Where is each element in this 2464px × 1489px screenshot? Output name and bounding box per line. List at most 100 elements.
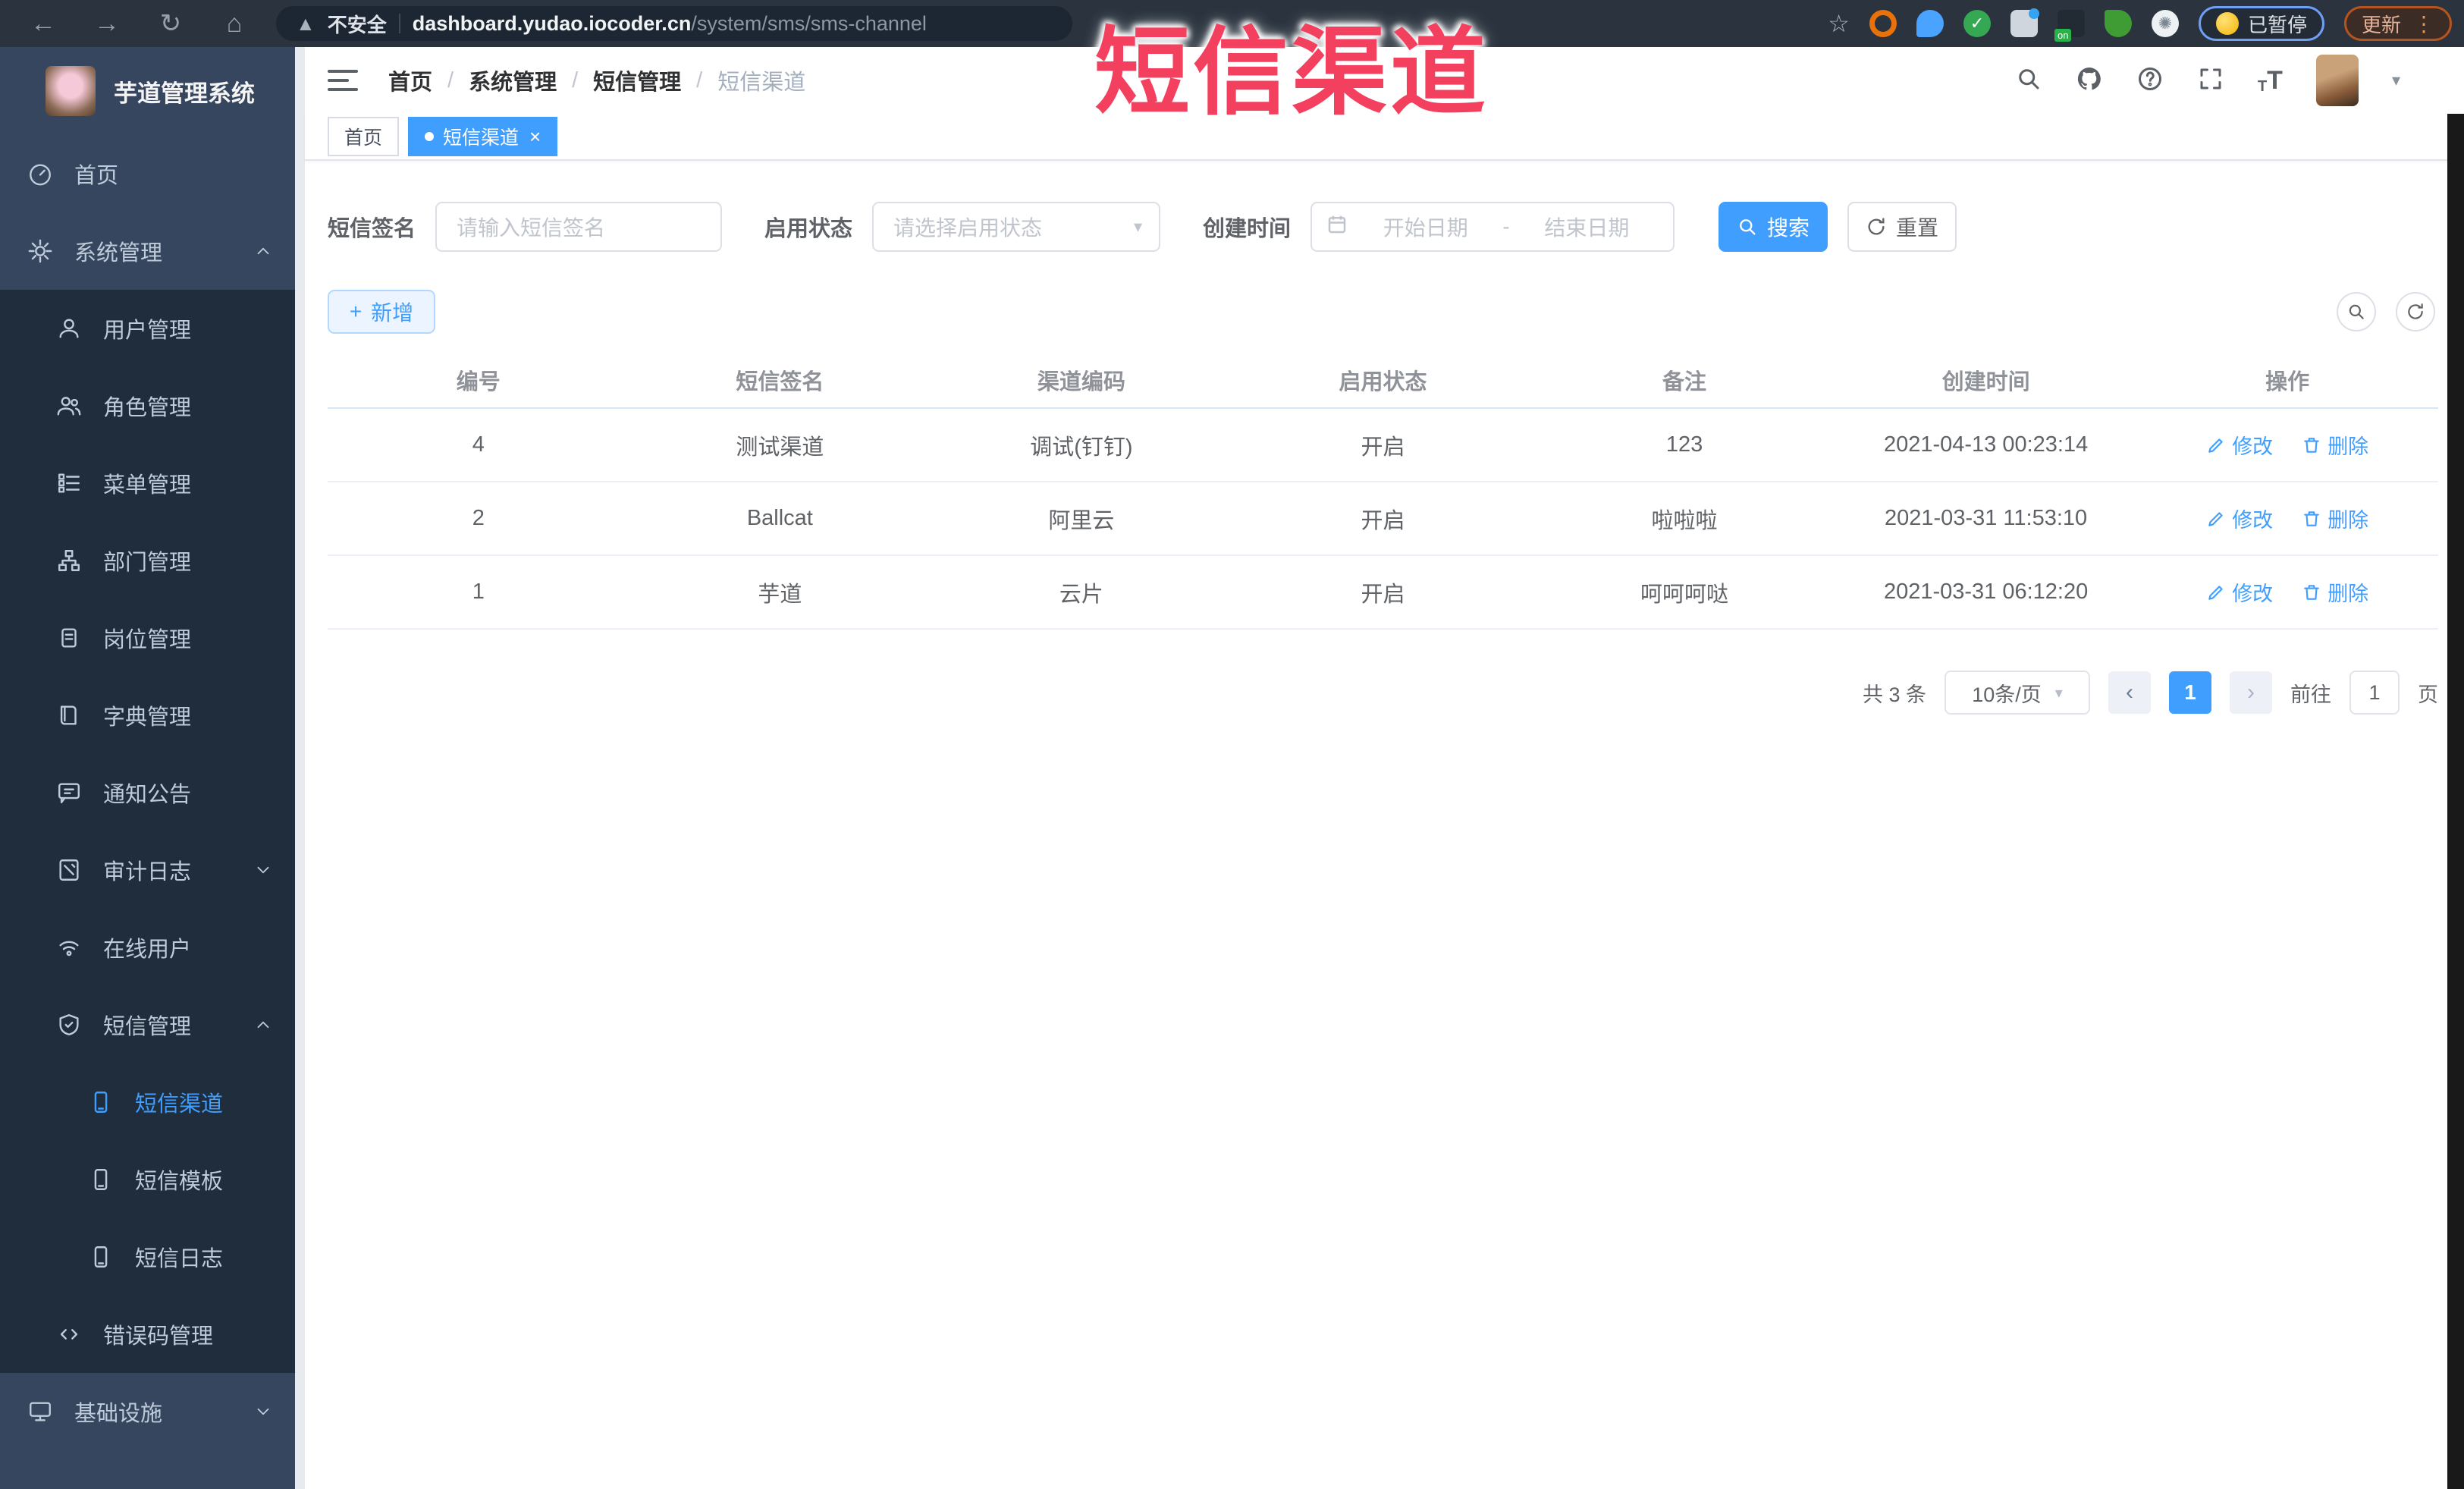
status-label: 启用状态 <box>764 217 853 241</box>
delete-link[interactable]: 删除 <box>2302 430 2368 460</box>
extension-leaf-icon[interactable] <box>2104 10 2132 37</box>
url-host: dashboard.yudao.iocoder.cn <box>412 11 692 35</box>
app-title: 芋道管理系统 <box>114 80 255 107</box>
delete-link[interactable]: 删除 <box>2302 577 2368 607</box>
paused-label: 已暂停 <box>2247 13 2307 36</box>
sidebar-item-home[interactable]: 首页 <box>0 135 305 212</box>
app-logo <box>46 66 96 116</box>
close-icon[interactable]: × <box>529 125 541 149</box>
sms-channel-table: 编号 短信签名 渠道编码 启用状态 备注 创建时间 操作 4 测试渠道 调试(钉… <box>328 352 2438 630</box>
sidebar-item-audit-log[interactable]: 审计日志 <box>0 831 305 909</box>
address-bar[interactable]: ▲ 不安全 dashboard.yudao.iocoder.cn/system/… <box>276 6 1072 41</box>
sidebar-item-sms-template[interactable]: 短信模板 <box>0 1141 305 1218</box>
page-scrollbar[interactable] <box>2447 114 2464 1489</box>
sidebar-item-role-mgmt[interactable]: 角色管理 <box>0 367 305 445</box>
main-area: 首页 / 系统管理 / 短信管理 / 短信渠道 TT ▾ 首页 短信渠道 × 短… <box>305 47 2464 1489</box>
sidebar-item-user-mgmt[interactable]: 用户管理 <box>0 290 305 367</box>
reset-button[interactable]: 重置 <box>1847 202 1957 252</box>
not-secure-icon: ▲ <box>296 11 315 35</box>
sidebar-item-online-users[interactable]: 在线用户 <box>0 909 305 986</box>
tab-home[interactable]: 首页 <box>328 117 400 156</box>
date-end[interactable]: 结束日期 <box>1514 212 1659 242</box>
extension-pin-icon[interactable] <box>1916 10 1944 37</box>
breadcrumb-current: 短信渠道 <box>717 71 806 95</box>
dashboard-icon <box>27 161 53 187</box>
current-page[interactable]: 1 <box>2169 671 2211 714</box>
sidebar-item-system-mgmt[interactable]: 系统管理 <box>0 212 305 290</box>
page-size-select[interactable]: 10条/页 ▾ <box>1945 671 2090 715</box>
monitor-icon <box>27 1399 53 1425</box>
sidebar-item-sms-mgmt[interactable]: 短信管理 <box>0 986 305 1063</box>
search-icon[interactable] <box>2015 65 2042 96</box>
edit-link[interactable]: 修改 <box>2206 430 2273 460</box>
browser-menu-icon[interactable]: ⋮ <box>2413 11 2434 36</box>
reload-icon[interactable]: ↻ <box>156 8 185 39</box>
search-button[interactable]: 搜索 <box>1719 202 1828 252</box>
breadcrumb-system[interactable]: 系统管理 <box>469 64 557 96</box>
fullscreen-icon[interactable] <box>2197 65 2224 96</box>
list-icon <box>56 470 82 496</box>
sidebar-item-sms-channel[interactable]: 短信渠道 <box>0 1063 305 1141</box>
extension-people-icon[interactable] <box>2010 8 2039 37</box>
sidebar-item-sms-log[interactable]: 短信日志 <box>0 1218 305 1296</box>
col-status: 启用状态 <box>1232 352 1534 409</box>
table-row: 2 Ballcat 阿里云 开启 啦啦啦 2021-03-31 11:53:10… <box>328 482 2438 556</box>
wifi-icon <box>56 935 82 960</box>
font-size-icon[interactable]: TT <box>2258 66 2283 96</box>
date-range-picker[interactable]: 开始日期 - 结束日期 <box>1310 202 1675 252</box>
forward-icon[interactable]: → <box>93 9 121 39</box>
goto-page-input[interactable]: 1 <box>2349 671 2400 715</box>
filter-form: 短信签名 请输入短信签名 启用状态 请选择启用状态 ▾ 创建时间 开始日期 - … <box>328 202 2438 252</box>
status-select[interactable]: 请选择启用状态 ▾ <box>872 202 1161 252</box>
sidebar-item-dict-mgmt[interactable]: 字典管理 <box>0 677 305 754</box>
caret-down-icon[interactable]: ▾ <box>2392 71 2400 90</box>
avatar[interactable] <box>2315 55 2359 106</box>
extension-check-icon[interactable]: ✓ <box>1963 10 1991 37</box>
help-icon[interactable] <box>2136 65 2164 96</box>
org-tree-icon <box>56 548 82 573</box>
bookmark-star-icon[interactable]: ☆ <box>1828 9 1850 38</box>
sidebar-item-infrastructure[interactable]: 基础设施 <box>0 1373 305 1450</box>
sidebar-item-notice[interactable]: 通知公告 <box>0 754 305 831</box>
extension-tile-icon[interactable]: on <box>2054 10 2085 42</box>
back-icon[interactable]: ← <box>29 9 58 39</box>
edit-link[interactable]: 修改 <box>2206 504 2273 533</box>
sidebar-item-error-code[interactable]: 错误码管理 <box>0 1296 305 1373</box>
goto-label: 前往 <box>2290 683 2331 706</box>
tags-view-bar: 首页 短信渠道 × <box>305 114 2464 161</box>
delete-link[interactable]: 删除 <box>2302 504 2368 533</box>
page-unit: 页 <box>2418 683 2438 706</box>
gear-icon <box>27 238 53 264</box>
sidebar-scrollbar[interactable] <box>295 47 305 1489</box>
navbar-actions: TT ▾ <box>2015 55 2400 106</box>
phone-icon <box>88 1244 114 1270</box>
paused-badge[interactable]: 已暂停 <box>2198 6 2324 41</box>
sign-input[interactable]: 请输入短信签名 <box>435 202 723 252</box>
home-icon[interactable]: ⌂ <box>220 9 249 39</box>
update-badge[interactable]: 更新 ⋮ <box>2343 6 2452 41</box>
refresh-button[interactable] <box>2396 292 2435 331</box>
book-icon <box>56 702 82 728</box>
extension-orange-icon[interactable] <box>1869 10 1897 37</box>
tab-sms-channel[interactable]: 短信渠道 × <box>408 117 558 156</box>
chevron-up-icon <box>253 1015 273 1035</box>
phone-icon <box>88 1089 114 1115</box>
sidebar-item-post-mgmt[interactable]: 岗位管理 <box>0 599 305 677</box>
update-label: 更新 <box>2361 13 2401 36</box>
next-page-button[interactable]: › <box>2230 671 2272 714</box>
breadcrumb-sms[interactable]: 短信管理 <box>593 64 681 96</box>
toggle-search-button[interactable] <box>2337 292 2376 331</box>
sidebar-item-dept-mgmt[interactable]: 部门管理 <box>0 522 305 599</box>
prev-page-button[interactable]: ‹ <box>2108 671 2151 714</box>
breadcrumb-home[interactable]: 首页 <box>388 64 432 96</box>
sidebar-item-menu-mgmt[interactable]: 菜单管理 <box>0 445 305 522</box>
chevron-down-icon: ▾ <box>1133 217 1143 236</box>
edit-link[interactable]: 修改 <box>2206 577 2273 607</box>
add-button[interactable]: + 新增 <box>328 290 435 334</box>
extensions-puzzle-icon[interactable]: ✺ <box>2151 10 2179 37</box>
github-icon[interactable] <box>2076 65 2103 96</box>
date-start[interactable]: 开始日期 <box>1353 212 1498 242</box>
sidebar-toggle-icon[interactable] <box>328 70 358 91</box>
col-created: 创建时间 <box>1835 352 2137 409</box>
toolbar-right <box>2337 292 2435 331</box>
